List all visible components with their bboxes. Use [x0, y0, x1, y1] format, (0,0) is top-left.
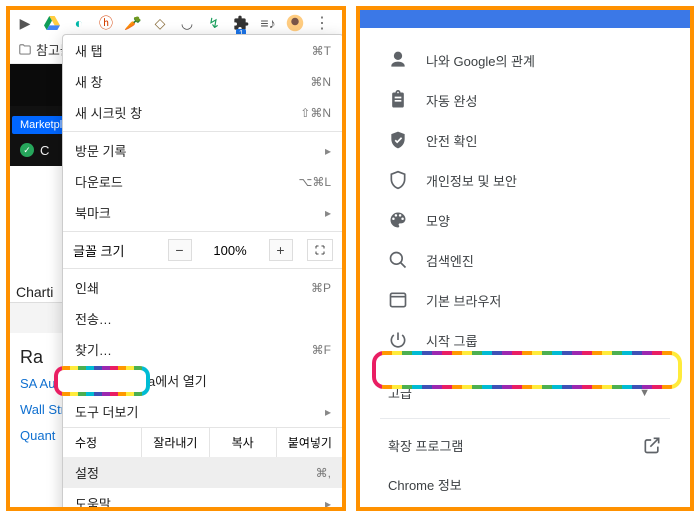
- drive-icon[interactable]: [43, 14, 61, 32]
- extension-icon[interactable]: ◐: [70, 14, 88, 32]
- menu-open-in-app[interactable]: SeekingAlpha에서 열기: [63, 365, 343, 396]
- copy-button[interactable]: 복사: [209, 428, 276, 457]
- nav-you-and-google[interactable]: 나와 Google의 관계: [360, 40, 690, 80]
- edit-label: 수정: [63, 428, 141, 457]
- extension-icon[interactable]: ◇: [151, 14, 169, 32]
- nav-label: 시작 그룹: [426, 331, 477, 350]
- search-icon: [388, 250, 408, 270]
- menu-more-tools[interactable]: 도구 더보기▸: [63, 396, 343, 427]
- extension-icon[interactable]: ⓗ: [97, 14, 115, 32]
- cut-button[interactable]: 잘라내기: [141, 428, 208, 457]
- external-link-icon: [642, 435, 662, 455]
- palette-icon: [388, 210, 408, 230]
- nav-label: 개인정보 및 보안: [426, 171, 517, 190]
- nav-label: 나와 Google의 관계: [426, 51, 535, 70]
- nav-search-engine[interactable]: 검색엔진: [360, 240, 690, 280]
- power-icon: [388, 330, 408, 350]
- nav-label: 확장 프로그램: [388, 436, 463, 455]
- playlist-icon[interactable]: ≡♪: [259, 14, 277, 32]
- zoom-value: 100%: [206, 243, 254, 258]
- person-icon: [388, 50, 408, 70]
- menu-cast[interactable]: 전송…: [63, 303, 343, 334]
- nav-label: 기본 브라우저: [426, 291, 501, 310]
- nav-label: 안전 확인: [426, 131, 477, 150]
- nav-label: 모양: [426, 211, 450, 230]
- menu-print[interactable]: 인쇄⌘P: [63, 272, 343, 303]
- carrot-icon[interactable]: 🥕: [124, 14, 142, 32]
- separator: [380, 366, 670, 367]
- menu-history[interactable]: 방문 기록▸: [63, 135, 343, 166]
- nav-privacy[interactable]: 개인정보 및 보안: [360, 160, 690, 200]
- extension-icon[interactable]: ↯: [205, 14, 223, 32]
- nav-label: 자동 완성: [426, 91, 477, 110]
- nav-autofill[interactable]: 자동 완성: [360, 80, 690, 120]
- extension-toolbar: ▶ ◐ ⓗ 🥕 ◇ ◡ ↯ ≡♪ ⋮: [10, 10, 342, 36]
- browser-context-menu: 새 탭⌘T 새 창⌘N 새 시크릿 창⇧⌘N 방문 기록▸ 다운로드⌥⌘L 북마…: [62, 34, 344, 511]
- menu-settings[interactable]: 설정⌘,: [63, 457, 343, 488]
- chevron-down-icon: ▼: [639, 387, 650, 399]
- left-panel: ▶ ◐ ⓗ 🥕 ◇ ◡ ↯ ≡♪ ⋮ 참고블 Marketpl ✓ C Char…: [6, 6, 346, 511]
- overflow-menu-icon[interactable]: ⋮: [313, 14, 331, 32]
- menu-find[interactable]: 찾기…⌘F: [63, 334, 343, 365]
- ticker-label: C: [40, 143, 49, 158]
- nav-advanced[interactable]: 고급 ▼: [360, 373, 690, 412]
- clipboard-icon: [388, 90, 408, 110]
- fullscreen-button[interactable]: [307, 239, 333, 261]
- menu-downloads[interactable]: 다운로드⌥⌘L: [63, 166, 343, 197]
- zoom-label: 글꼴 크기: [73, 241, 153, 260]
- pocket-icon[interactable]: ◡: [178, 14, 196, 32]
- shield-icon: [388, 170, 408, 190]
- shield-check-icon: [388, 130, 408, 150]
- menu-new-incognito[interactable]: 새 시크릿 창⇧⌘N: [63, 97, 343, 128]
- paste-button[interactable]: 붙여넣기: [276, 428, 343, 457]
- nav-label: Chrome 정보: [388, 475, 462, 494]
- check-icon: ✓: [20, 143, 34, 157]
- settings-nav: 나와 Google의 관계 자동 완성 안전 확인 개인정보 및 보안 모양 검…: [360, 28, 690, 511]
- extension-icon[interactable]: ▶: [16, 14, 34, 32]
- nav-appearance[interactable]: 모양: [360, 200, 690, 240]
- profile-avatar-icon[interactable]: [286, 14, 304, 32]
- nav-label: 검색엔진: [426, 251, 474, 270]
- separator: [380, 418, 670, 419]
- menu-bookmarks[interactable]: 북마크▸: [63, 197, 343, 228]
- header-bar: [360, 10, 690, 28]
- browser-icon: [388, 290, 408, 310]
- nav-extensions[interactable]: 확장 프로그램: [360, 425, 690, 465]
- menu-new-window[interactable]: 새 창⌘N: [63, 66, 343, 97]
- menu-help[interactable]: 도움말▸: [63, 488, 343, 511]
- menu-new-tab[interactable]: 새 탭⌘T: [63, 35, 343, 66]
- puzzle-icon[interactable]: [232, 14, 250, 32]
- zoom-out-button[interactable]: −: [168, 239, 192, 261]
- nav-default-browser[interactable]: 기본 브라우저: [360, 280, 690, 320]
- right-panel: 나와 Google의 관계 자동 완성 안전 확인 개인정보 및 보안 모양 검…: [356, 6, 694, 511]
- nav-on-startup[interactable]: 시작 그룹: [360, 320, 690, 360]
- nav-about-chrome[interactable]: Chrome 정보: [360, 465, 690, 504]
- menu-zoom-row: 글꼴 크기 − 100% +: [63, 235, 343, 265]
- nav-label: 고급: [388, 383, 412, 402]
- zoom-in-button[interactable]: +: [269, 239, 293, 261]
- nav-safety-check[interactable]: 안전 확인: [360, 120, 690, 160]
- menu-edit-row: 수정 잘라내기 복사 붙여넣기: [63, 427, 343, 457]
